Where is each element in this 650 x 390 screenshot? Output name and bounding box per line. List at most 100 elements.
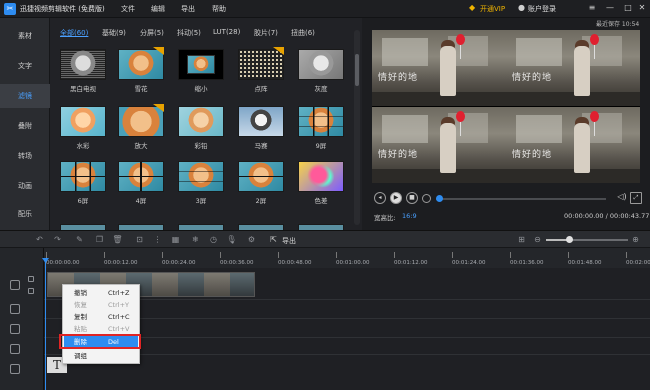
mosaic-icon[interactable]: ▦ — [170, 234, 181, 245]
prev-frame-icon[interactable]: ◂ — [374, 192, 386, 204]
playhead[interactable] — [45, 262, 46, 390]
tab-film[interactable]: 胶片(7) — [254, 28, 278, 38]
context-menu-item[interactable]: 复制 Ctrl+C — [64, 311, 138, 323]
filter-item-grid6[interactable]: 6屏 — [60, 161, 106, 207]
vip-button[interactable]: 开通VIP — [480, 4, 505, 14]
play-icon[interactable]: ▶ — [390, 192, 402, 204]
export-button[interactable]: 导出 — [282, 236, 296, 246]
scene-shape — [382, 115, 428, 143]
context-menu-item[interactable]: 恢复 Ctrl+Y — [64, 299, 138, 311]
filter-label: 2屏 — [255, 197, 267, 205]
maximize-icon[interactable]: □ — [622, 3, 634, 12]
tab-lut[interactable]: LUT(28) — [213, 28, 240, 36]
tab-all[interactable]: 全部(60) — [60, 28, 88, 38]
aspect-ratio-value[interactable]: 16:9 — [402, 212, 417, 220]
eye-icon[interactable] — [28, 276, 34, 282]
stop-icon[interactable]: ■ — [406, 192, 418, 204]
zoom-slider-fill — [546, 239, 568, 241]
volume-icon[interactable]: ◁) — [616, 192, 628, 204]
ruler-tick-mark — [104, 252, 105, 258]
tab-basic[interactable]: 基础(9) — [102, 28, 126, 38]
save-status: 最近保存 10:54 — [596, 21, 640, 28]
sidebar-item-transition[interactable]: 转场 — [0, 146, 50, 166]
zoom-out-icon[interactable]: ⊖ — [532, 234, 543, 245]
fullscreen-icon[interactable]: ⤢ — [630, 192, 642, 204]
clip-frame — [230, 273, 254, 296]
video-track-icon — [10, 280, 20, 290]
sidebar-item-filter[interactable]: 滤镜 — [0, 84, 50, 108]
menu-help[interactable]: 帮助 — [212, 4, 226, 14]
menu-file[interactable]: 文件 — [121, 4, 135, 14]
timeline-ruler[interactable]: 00:00:00.00 00:00:12.00 00:00:24.00 00:00:3… — [44, 248, 650, 268]
undo-icon[interactable]: ↶ — [34, 234, 45, 245]
tab-shake[interactable]: 抖动(5) — [177, 28, 201, 38]
fit-icon[interactable]: ⊞ — [516, 234, 527, 245]
export-icon[interactable]: ⇱ — [268, 234, 279, 245]
library-scrollbar-thumb[interactable] — [355, 54, 359, 86]
context-menu-shortcut: Ctrl+C — [108, 313, 130, 321]
filter-thumbnail — [118, 49, 164, 80]
context-menu-item[interactable]: 调组 — [64, 350, 138, 362]
settings-icon[interactable]: ⚙ — [246, 234, 257, 245]
filter-library: 全部(60) 基础(9) 分屏(5) 抖动(5) LUT(28) 胶片(7) 扭… — [50, 18, 362, 230]
user-icon: ● — [518, 3, 525, 12]
filter-item-grid9[interactable]: 9屏 — [298, 106, 344, 152]
zoom-in-icon[interactable]: ⊕ — [630, 234, 641, 245]
video-preview[interactable]: 情好的地 情好的地 情好的地 情好的地 — [372, 30, 640, 183]
filter-item-chroma[interactable]: 色差 — [298, 161, 344, 207]
filter-item-pencil[interactable]: 彩铅 — [178, 106, 224, 152]
filter-item-watercolor[interactable]: 水彩 — [60, 106, 106, 152]
scene-shape — [372, 169, 506, 183]
ruler-tick: 00:00:12.00 — [104, 260, 138, 266]
ruler-tick-mark — [46, 252, 47, 258]
filter-tabs: 全部(60) 基础(9) 分屏(5) 抖动(5) LUT(28) 胶片(7) 扭… — [50, 28, 350, 42]
menu-export[interactable]: 导出 — [181, 4, 195, 14]
filter-item-shrink[interactable]: 缩小 — [178, 49, 224, 95]
sidebar-item-overlay[interactable]: 叠附 — [0, 116, 50, 136]
sidebar-item-animation[interactable]: 动画 — [0, 176, 50, 196]
lock-icon[interactable] — [28, 288, 34, 294]
split-icon[interactable]: ⋮ — [152, 234, 163, 245]
close-icon[interactable]: ✕ — [636, 3, 648, 12]
scene-shape — [574, 123, 590, 173]
filter-item-bw-tv[interactable]: 黑白电视 — [60, 49, 106, 95]
filter-item-mosaic[interactable]: 马赛 — [238, 106, 284, 152]
scene-shape — [440, 46, 456, 96]
speed-icon[interactable]: ◷ — [208, 234, 219, 245]
zoom-slider-knob[interactable] — [566, 236, 573, 243]
tab-distort[interactable]: 扭曲(6) — [291, 28, 315, 38]
playback-progress-bar[interactable] — [436, 198, 606, 200]
menu-edit[interactable]: 编辑 — [151, 4, 165, 14]
tab-split[interactable]: 分屏(5) — [140, 28, 164, 38]
filter-item-dots[interactable]: 点阵 — [238, 47, 284, 95]
clip-frame — [152, 273, 178, 296]
sidebar-item-text[interactable]: 文字 — [0, 56, 50, 76]
copy-icon[interactable]: ❐ — [94, 234, 105, 245]
filter-item-gray[interactable]: 灰度 — [298, 49, 344, 95]
microphone-icon[interactable]: 🎙 — [226, 234, 237, 245]
filter-item-grid3[interactable]: 3屏 — [178, 161, 224, 207]
filter-item-zoom[interactable]: 放大 — [118, 104, 164, 152]
delete-icon[interactable]: 🗑 — [112, 234, 123, 245]
ruler-tick: 00:01:48.00 — [568, 260, 602, 266]
crop-icon[interactable]: ⊡ — [134, 234, 145, 245]
login-button[interactable]: 账户登录 — [528, 4, 556, 14]
filter-item-grid4[interactable]: 4屏 — [118, 161, 164, 207]
scene-shape — [372, 92, 506, 106]
filter-item-grid2[interactable]: 2屏 — [238, 161, 284, 207]
filter-thumbnail — [298, 49, 344, 80]
menu-icon[interactable]: ≡ — [586, 3, 598, 12]
filter-label: 6屏 — [77, 197, 89, 205]
sidebar-item-material[interactable]: 素材 — [0, 26, 50, 46]
edit-icon[interactable]: ✎ — [74, 234, 85, 245]
playback-progress-knob[interactable] — [436, 195, 443, 202]
freeze-icon[interactable]: ❄ — [190, 234, 201, 245]
app-window: ✂ 迅捷视频剪辑软件 (免费版) 文件 编辑 导出 帮助 ◆ 开通VIP ● 账… — [0, 0, 650, 390]
context-menu-item[interactable]: 撤销 Ctrl+Z — [64, 287, 138, 299]
minimize-icon[interactable]: — — [604, 3, 616, 12]
redo-icon[interactable]: ↷ — [52, 234, 63, 245]
next-frame-icon[interactable] — [422, 194, 431, 203]
filter-item-snow[interactable]: 雪花 — [118, 47, 164, 95]
sidebar-item-music[interactable]: 配乐 — [0, 204, 50, 224]
ruler-tick: 00:01:24.00 — [452, 260, 486, 266]
